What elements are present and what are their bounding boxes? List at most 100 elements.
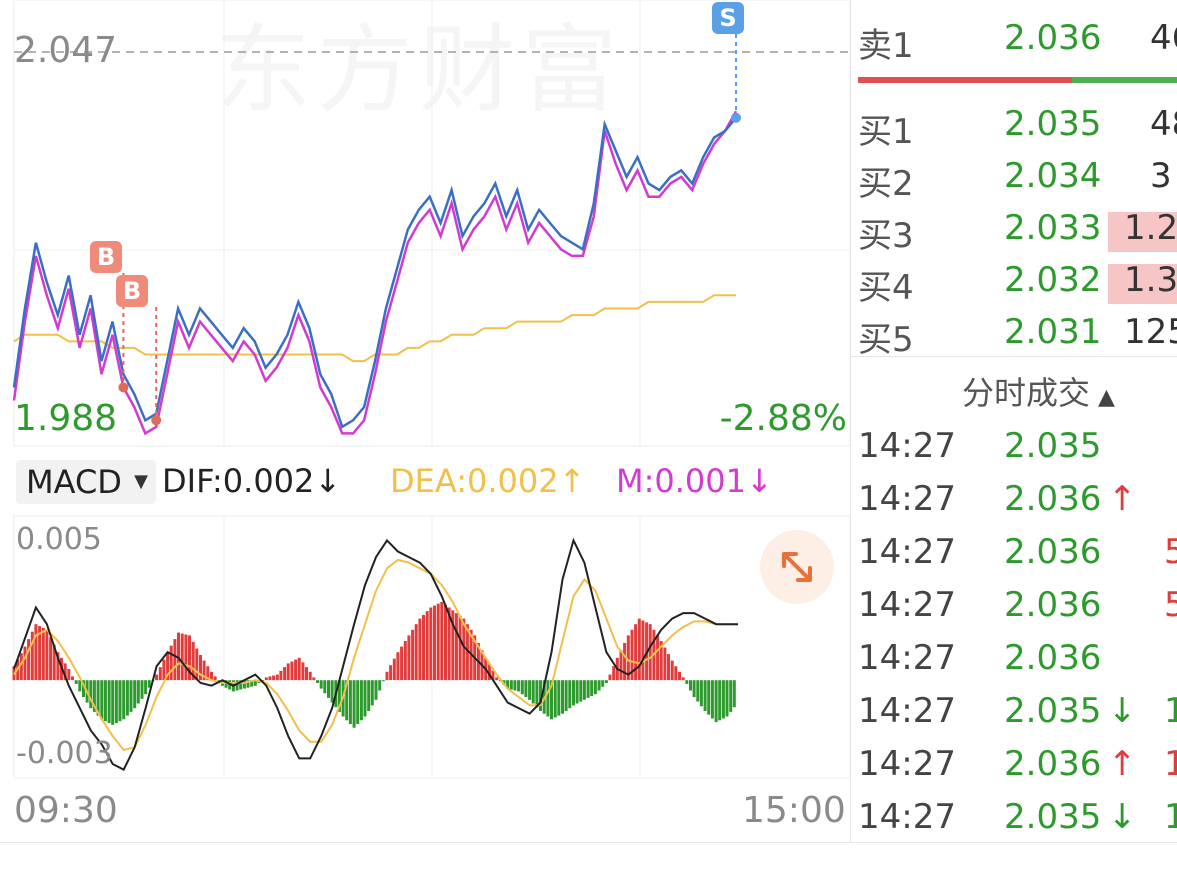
trade-price: 2.036	[1004, 479, 1102, 519]
macd-bar-37-0	[418, 618, 422, 681]
macd-bar-46-2	[524, 680, 528, 697]
macd-bar-32-1	[367, 680, 371, 711]
macd-bar-65-2	[732, 680, 736, 708]
macd-bar-13-2	[162, 659, 166, 681]
macd-chart[interactable]	[0, 510, 850, 780]
macd-bar-10-2	[129, 680, 133, 712]
arrow-up-icon: ↑	[1108, 479, 1137, 519]
macd-bar-5-2	[74, 680, 78, 684]
trade-row: 14:27 2.036 5	[858, 585, 1177, 637]
macd-bar-55-1	[619, 650, 623, 681]
expand-icon	[782, 552, 812, 582]
macd-bar-46-1	[520, 680, 524, 695]
macd-bar-1-1	[27, 639, 31, 681]
bid-row-5: 买5 2.031 125	[858, 312, 1177, 360]
price-chart[interactable]	[0, 0, 850, 450]
macd-bar-65-1	[729, 680, 733, 712]
macd-bar-36-1	[411, 629, 415, 681]
macd-bar-25-2	[294, 659, 298, 681]
buy-ratio-bar	[1072, 77, 1177, 83]
macd-bar-63-2	[710, 680, 714, 719]
macd-bar-64-0	[714, 680, 718, 723]
macd-bar-9-0	[111, 680, 115, 725]
macd-bar-14-2	[173, 639, 177, 681]
trade-time: 14:27	[858, 797, 956, 837]
sell-ratio-bar	[858, 77, 1072, 83]
macd-bar-9-2	[118, 680, 122, 722]
macd-bar-54-2	[612, 666, 616, 681]
macd-bar-40-2	[458, 615, 462, 681]
indicator-select[interactable]: MACD ▼	[16, 460, 156, 504]
macd-bar-45-1	[509, 680, 513, 690]
trade-price: 2.036	[1004, 585, 1102, 625]
ask-row-1: 卖1 2.036 46	[858, 18, 1177, 66]
macd-bar-56-2	[634, 624, 638, 681]
marker-dot-2	[731, 112, 741, 123]
macd-bar-58-2	[656, 635, 660, 681]
macd-bar-26-1	[301, 662, 305, 681]
trade-row: 14:27 2.036 ↑	[858, 479, 1177, 531]
macd-bar-16-2	[195, 648, 199, 681]
trade-row: 14:27 2.035	[858, 426, 1177, 478]
macd-bar-37-1	[422, 614, 425, 681]
trade-time: 14:27	[858, 585, 956, 625]
macd-bar-10-1	[125, 680, 129, 716]
trade-time: 14:27	[858, 426, 956, 466]
trade-volume: 1	[1164, 744, 1177, 784]
price-change-label: -2.88%	[719, 398, 847, 439]
macd-bar-61-0	[681, 677, 685, 681]
macd-bar-55-2	[623, 642, 627, 681]
macd-bar-37-2	[425, 611, 429, 681]
macd-y-bottom-label: -0.003	[16, 736, 113, 771]
macd-bar-7-0	[89, 680, 93, 709]
macd-bar-9-1	[114, 680, 118, 724]
macd-bar-59-2	[667, 654, 670, 681]
trade-price: 2.036	[1004, 638, 1102, 678]
arrow-down-icon: ↓	[1108, 691, 1137, 731]
macd-bar-5-0	[67, 669, 71, 681]
macd-bar-31-1	[356, 680, 360, 724]
macd-bar-32-2	[370, 680, 374, 706]
macd-bar-62-2	[699, 680, 703, 707]
macd-bar-15-1	[180, 633, 184, 681]
macd-bar-25-1	[290, 661, 294, 681]
macd-bar-33-2	[381, 680, 385, 682]
macd-bar-63-1	[707, 680, 711, 715]
dif-value: DIF:0.002↓	[162, 462, 342, 500]
macd-bar-24-0	[275, 674, 279, 681]
time-start-label: 09:30	[14, 790, 118, 831]
macd-bar-8-2	[107, 680, 111, 724]
m-value: M:0.001↓	[616, 462, 773, 500]
macd-bar-35-0	[396, 652, 400, 681]
macd-bar-5-1	[71, 676, 74, 681]
marker-dot-1	[151, 415, 162, 426]
macd-bar-58-0	[648, 624, 652, 681]
trade-time: 14:27	[858, 638, 956, 678]
macd-bar-23-1	[268, 676, 272, 681]
bid-row-4: 买4 2.032 1.3	[858, 260, 1177, 312]
macd-bar-18-1	[213, 676, 217, 681]
trade-time: 14:27	[858, 744, 956, 784]
macd-bar-39-1	[444, 604, 447, 681]
macd-bar-2-2	[41, 628, 45, 681]
macd-bar-54-1	[608, 674, 612, 681]
macd-bar-10-0	[122, 680, 126, 720]
macd-bar-11-2	[140, 680, 144, 699]
macd-bar-51-2	[579, 680, 583, 702]
trade-volume: 1	[1164, 797, 1177, 837]
bid-row-3: 买3 2.033 1.2	[858, 208, 1177, 260]
macd-bar-59-1	[663, 647, 667, 681]
macd-bar-50-2	[568, 680, 572, 709]
macd-bar-63-0	[703, 680, 707, 711]
macd-bar-3-1	[49, 637, 53, 681]
macd-bar-3-0	[45, 629, 49, 681]
macd-bar-34-1	[389, 665, 393, 681]
macd-bar-52-0	[582, 680, 586, 700]
bid-row-2: 买2 2.034 3	[858, 156, 1172, 204]
macd-bar-51-1	[575, 680, 579, 704]
macd-bar-38-1	[433, 605, 436, 681]
macd-bar-64-2	[721, 680, 725, 719]
fullscreen-button[interactable]	[760, 530, 834, 604]
trades-header[interactable]: 分时成交 ▲	[962, 368, 1115, 414]
macd-bar-48-2	[546, 680, 550, 717]
